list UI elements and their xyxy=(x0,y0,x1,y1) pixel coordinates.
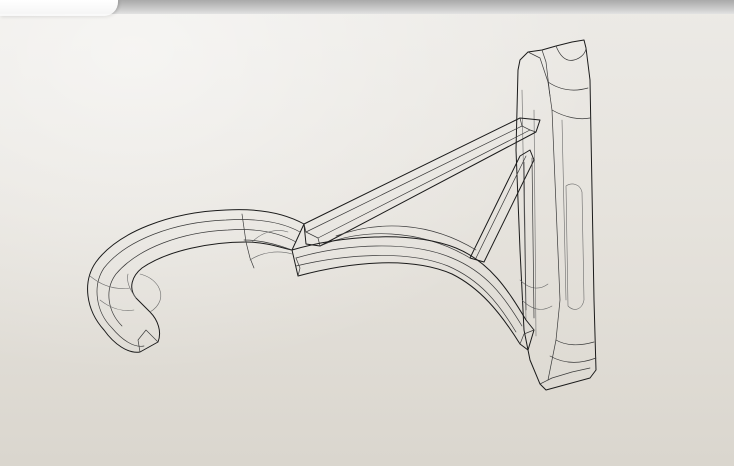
wall-plate[interactable] xyxy=(515,39,597,391)
web-brace[interactable] xyxy=(319,149,535,319)
hook-clamp[interactable] xyxy=(87,209,305,353)
cad-viewport[interactable] xyxy=(0,0,734,466)
bracket-hook-model[interactable] xyxy=(0,0,734,466)
upper-strut[interactable] xyxy=(303,117,541,247)
lower-arm[interactable] xyxy=(291,236,535,351)
